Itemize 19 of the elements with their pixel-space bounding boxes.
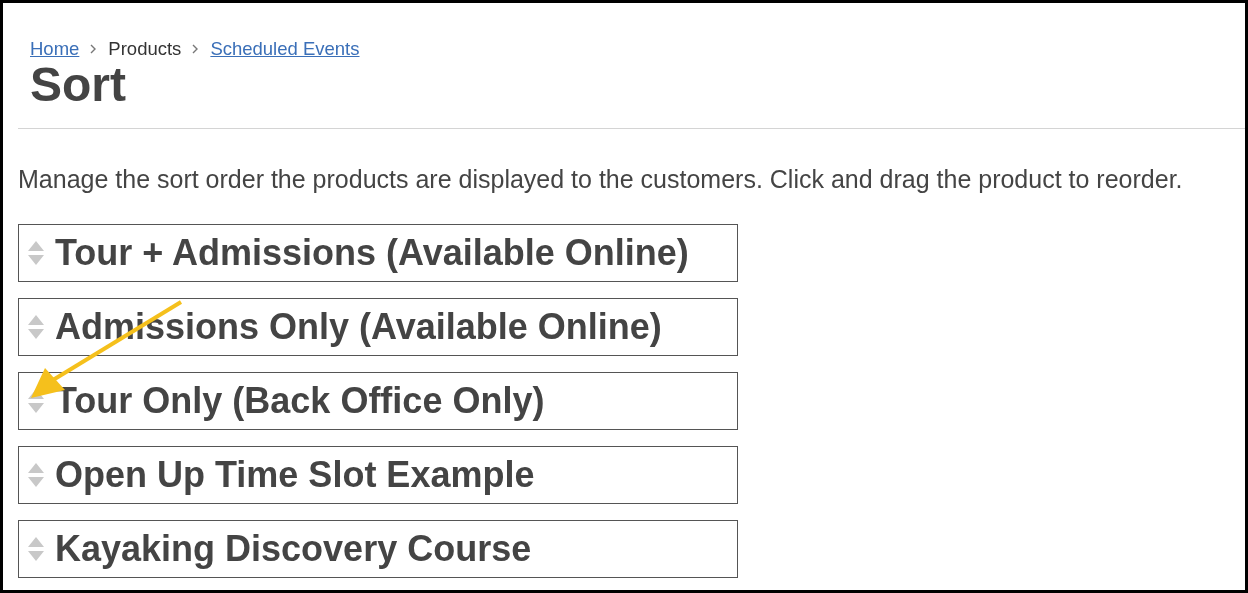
breadcrumb-link[interactable]: Home: [30, 38, 80, 60]
drag-handle-icon[interactable]: [27, 462, 45, 489]
sortable-product-item[interactable]: Tour + Admissions (Available Online): [18, 224, 738, 283]
sortable-product-item[interactable]: Open Up Time Slot Example: [18, 446, 738, 505]
drag-handle-icon[interactable]: [27, 314, 45, 341]
drag-handle-icon[interactable]: [27, 536, 45, 563]
chevron-icon: [90, 44, 98, 54]
description-text: Manage the sort order the products are displayed to the customers. Click and drag the product to reorder.: [18, 165, 1184, 195]
product-name: Tour + Admissions (Available Online): [55, 232, 689, 275]
page-title: Sort: [30, 60, 127, 111]
chevron-icon: [192, 44, 200, 54]
sortable-product-item[interactable]: Tour Only (Back Office Only): [18, 372, 738, 431]
sortable-product-item[interactable]: Kayaking Discovery Course: [18, 520, 738, 579]
product-name: Open Up Time Slot Example: [55, 454, 535, 497]
product-name: Kayaking Discovery Course: [55, 528, 532, 571]
breadcrumb-link[interactable]: Scheduled Events: [210, 38, 360, 60]
breadcrumb-current: Products: [108, 38, 182, 60]
drag-handle-icon[interactable]: [27, 240, 45, 267]
product-name: Tour Only (Back Office Only): [55, 380, 545, 423]
